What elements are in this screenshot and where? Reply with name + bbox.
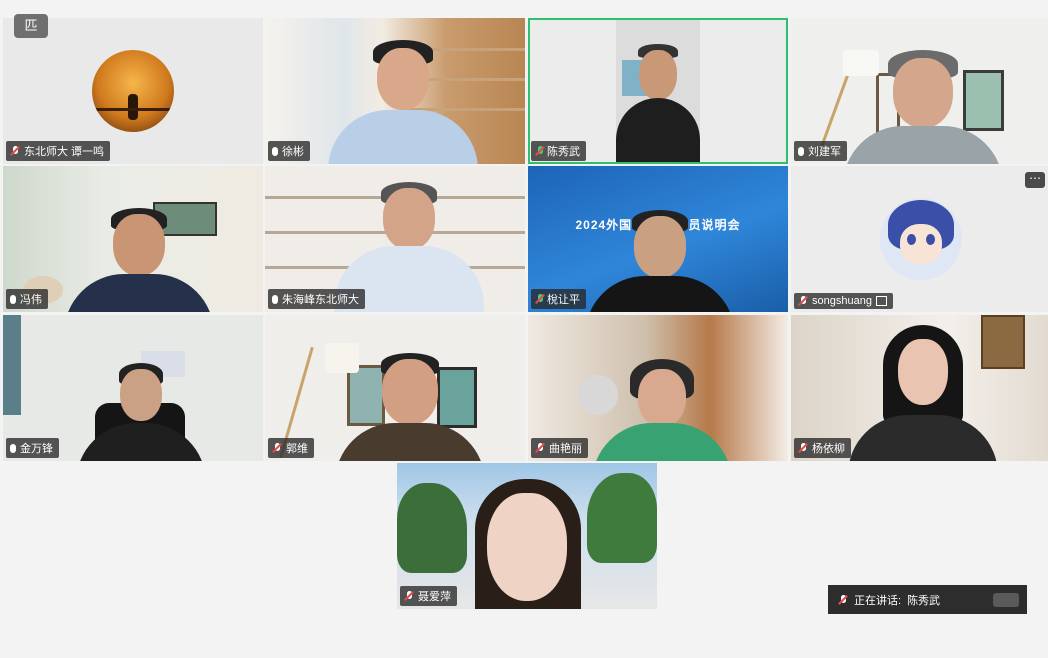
mic-icon (272, 294, 278, 304)
name-tag: 聂爱萍 (400, 586, 457, 606)
mic-muted-icon (272, 443, 282, 453)
mic-muted-icon (798, 443, 808, 453)
name-tag: 朱海峰东北师大 (268, 289, 365, 309)
name-tag: 杨依柳 (794, 438, 851, 458)
mic-muted-icon (10, 146, 20, 156)
name-tag: songshuang (794, 293, 893, 309)
speaking-label: 正在讲话: (854, 594, 902, 607)
name-tag: 刘建军 (794, 141, 847, 161)
mic-muted-icon (838, 594, 848, 605)
video-tile-zhu[interactable]: 朱海峰东北师大 (265, 166, 525, 312)
name-tag: 梲让平 (531, 289, 586, 309)
name-tag: 陈秀武 (531, 141, 586, 161)
name-tag: 曲艳丽 (531, 438, 588, 458)
name-tag: 金万锋 (6, 438, 59, 458)
video-tile-tan[interactable]: 东北师大 谭一鸣 (3, 18, 263, 164)
video-tile-xu[interactable]: 徐彬 (265, 18, 525, 164)
speaking-name: 陈秀武 (907, 594, 941, 607)
video-tile-yang[interactable]: 杨依柳 (791, 315, 1048, 461)
mic-icon (10, 443, 16, 453)
video-tile-jin[interactable]: 金万锋 (3, 315, 263, 461)
mic-icon (272, 146, 278, 156)
avatar (92, 50, 174, 132)
video-tile-chen[interactable]: 陈秀武 (528, 18, 788, 164)
more-options-button[interactable]: ⋯ (1025, 172, 1045, 188)
mic-muted-icon (798, 296, 808, 306)
video-tile-liu[interactable]: 刘建军 (791, 18, 1048, 164)
layout-toggle-button[interactable]: 匹 (14, 14, 48, 38)
name-tag: 冯伟 (6, 289, 48, 309)
video-tile-qu[interactable]: 曲艳丽 (528, 315, 788, 461)
avatar (880, 198, 962, 280)
name-tag: 东北师大 谭一鸣 (6, 141, 111, 161)
mic-muted-icon (404, 591, 414, 601)
mic-speaking-icon (535, 146, 543, 156)
video-tile-songshuang[interactable]: ⋯ songshuang (791, 166, 1048, 312)
name-tag: 郭维 (268, 438, 314, 458)
speaking-indicator: 正在讲话: 陈秀武 (828, 585, 1027, 614)
drag-handle-icon[interactable] (993, 592, 1019, 607)
video-tile-ji[interactable]: 2024外国语学 迁动员说明会 梲让平 (528, 166, 788, 312)
video-tile-nie[interactable]: 聂爱萍 (397, 463, 657, 609)
name-tag: 徐彬 (268, 141, 310, 161)
mic-speaking-icon (535, 294, 543, 304)
mic-muted-icon (535, 443, 545, 453)
mic-icon (798, 146, 804, 156)
layout-toggle-icon: 匹 (24, 18, 38, 33)
screen-share-icon (875, 296, 887, 306)
video-tile-guo[interactable]: 郭维 (265, 315, 525, 461)
mic-icon (10, 294, 16, 304)
video-tile-feng[interactable]: 冯伟 (3, 166, 263, 312)
